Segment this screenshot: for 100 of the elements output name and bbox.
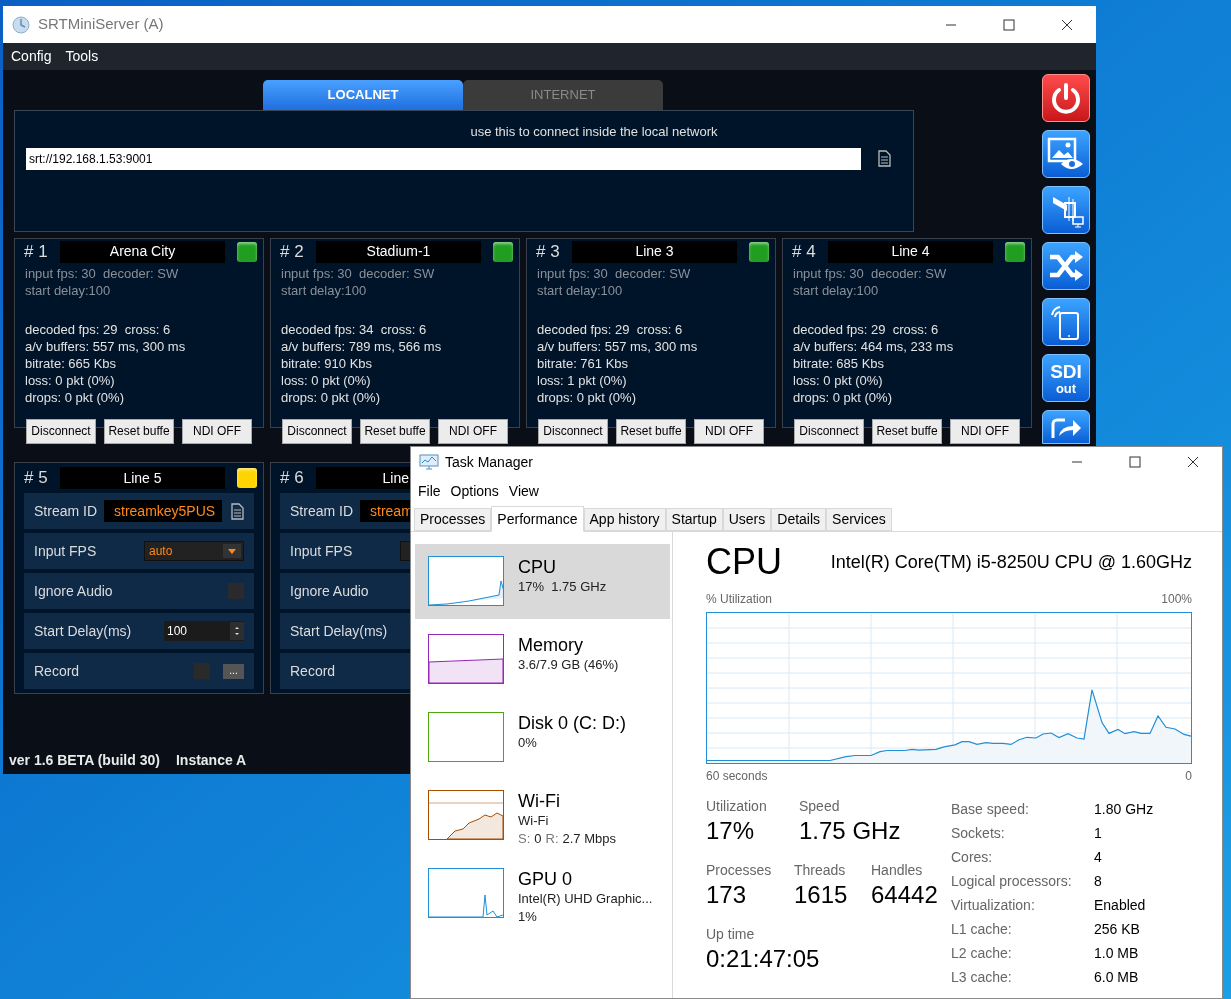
channel-name: Line 3	[572, 240, 737, 263]
shuffle-icon	[1047, 249, 1085, 283]
checkbox[interactable]	[194, 663, 210, 679]
stat-label: Utilization	[706, 797, 768, 815]
share-arrow-icon	[1049, 416, 1083, 440]
menu-item[interactable]: Tools	[61, 46, 103, 67]
menu-item[interactable]: View	[503, 480, 544, 502]
channel-stat: drops: 0 pkt (0%)	[537, 388, 637, 406]
spec-label: Virtualization:	[951, 895, 1036, 915]
spec-value: 1.0 MB	[1094, 943, 1139, 963]
channel-button[interactable]: Reset buffe	[360, 418, 430, 444]
checkbox[interactable]	[228, 583, 244, 599]
channel-button[interactable]: NDI OFF	[950, 418, 1020, 444]
delay-spinbox[interactable]: 100	[164, 621, 244, 641]
channel-stat: loss: 0 pkt (0%)	[25, 371, 116, 389]
power-button[interactable]	[1042, 74, 1090, 122]
window-title: SRTMiniServer (A)	[38, 14, 164, 35]
menu-item[interactable]: File	[413, 480, 446, 502]
spec-label: Cores:	[951, 847, 994, 867]
setting-label: Record	[290, 661, 336, 681]
channel-number: # 4	[792, 241, 817, 263]
channel-button[interactable]: Reset buffe	[872, 418, 942, 444]
resource-item[interactable]: Disk 0 (C: D:) 0%	[415, 700, 670, 775]
tab[interactable]: Users	[722, 508, 772, 531]
close-icon	[1187, 456, 1199, 468]
spec-value: 1	[1094, 823, 1102, 843]
channel-stat: decoded fps: 29 cross: 6	[25, 320, 172, 338]
shuffle-button[interactable]	[1042, 242, 1090, 290]
channel-number: # 2	[280, 241, 305, 263]
setting-label: Stream ID	[34, 501, 97, 521]
channel-button[interactable]: Reset buffe	[104, 418, 174, 444]
share-button[interactable]	[1042, 410, 1090, 444]
resource-detail: 3.6/7.9 GB (46%)	[518, 656, 619, 674]
resource-name: Disk 0 (C: D:)	[518, 712, 626, 734]
resource-item[interactable]: GPU 0 Intel(R) UHD Graphic... 1%	[415, 856, 670, 931]
resource-detail: Intel(R) UHD Graphic...	[518, 890, 653, 908]
setting-label: Start Delay(ms)	[290, 621, 388, 641]
setting-label: Stream ID	[290, 501, 353, 521]
channel-button[interactable]: NDI OFF	[182, 418, 252, 444]
preview-button[interactable]	[1042, 130, 1090, 178]
window-title: Task Manager	[445, 452, 533, 472]
resource-name: CPU	[518, 556, 557, 578]
spec-value: 8	[1094, 871, 1102, 891]
spec-value: 6.0 MB	[1094, 967, 1139, 987]
channel-stat: drops: 0 pkt (0%)	[25, 388, 125, 406]
rate-value: 2.7 Mbps	[562, 830, 616, 848]
channel-button[interactable]: Reset buffe	[616, 418, 686, 444]
tab[interactable]: Performance	[491, 506, 584, 532]
tab[interactable]: App history	[583, 508, 666, 531]
setting-label: Ignore Audio	[290, 581, 369, 601]
copy-icon[interactable]	[230, 502, 244, 520]
spec-value: Enabled	[1094, 895, 1146, 915]
copy-icon[interactable]	[877, 150, 891, 167]
url-field[interactable]: srt://192.168.1.53:9001	[26, 147, 861, 170]
stat-label: Processes	[706, 861, 773, 879]
channel-name: Line	[316, 467, 411, 489]
menu-item[interactable]: Options	[445, 480, 504, 502]
channel-button[interactable]: Disconnect	[794, 418, 864, 444]
menu-item[interactable]: Config	[7, 46, 56, 67]
resource-detail: 0%	[518, 734, 538, 752]
camera-button[interactable]	[1042, 186, 1090, 234]
spec-label: Sockets:	[951, 823, 1006, 843]
setting-label: Input FPS	[290, 541, 353, 561]
tab[interactable]: Services	[826, 508, 892, 531]
resource-detail: 1%	[518, 908, 538, 926]
resource-name: GPU 0	[518, 868, 574, 890]
channel-info: input fps: 30 decoder: SW	[793, 264, 948, 282]
graph-span-label: 60 seconds	[706, 768, 768, 785]
channel-button[interactable]: Disconnect	[538, 418, 608, 444]
fps-dropdown[interactable]	[400, 541, 411, 561]
resource-item[interactable]: Memory 3.6/7.9 GB (46%)	[415, 622, 670, 697]
connect-hint: use this to connect inside the local network	[470, 123, 718, 141]
stream-id-value[interactable]: streamkey5PUS	[104, 500, 222, 522]
channel-stat: decoded fps: 29 cross: 6	[793, 320, 940, 338]
resource-name: Memory	[518, 634, 584, 656]
spec-value: 4	[1094, 847, 1102, 867]
stream-id-value[interactable]: stream	[360, 500, 411, 522]
stat-value: 1615	[794, 880, 849, 910]
tablet-button[interactable]	[1042, 298, 1090, 346]
tab[interactable]: LOCALNET	[263, 80, 463, 110]
channel-button[interactable]: Disconnect	[282, 418, 352, 444]
sdi-out-button[interactable]: SDI out	[1042, 354, 1090, 402]
browse-button[interactable]: ...	[223, 663, 244, 679]
resource-item[interactable]: CPU 17% 1.75 GHz	[415, 544, 670, 619]
channel-button[interactable]: Disconnect	[26, 418, 96, 444]
fps-dropdown[interactable]: auto	[144, 541, 244, 561]
stat-value: 0:21:47:05	[706, 944, 820, 974]
spec-label: L3 cache:	[951, 967, 1013, 987]
rate-value: 0	[534, 830, 542, 848]
tab[interactable]: Startup	[665, 508, 723, 531]
stat-label: Up time	[706, 925, 756, 943]
channel-stat: bitrate: 685 Kbs	[793, 354, 886, 372]
channel-button[interactable]: NDI OFF	[438, 418, 508, 444]
channel-button[interactable]: NDI OFF	[694, 418, 764, 444]
channel-name: Line 4	[828, 240, 993, 263]
resource-item[interactable]: Wi-Fi Wi-Fi S: 0 R: 2.7 Mbps	[415, 778, 670, 853]
detail-title: CPU	[706, 542, 782, 582]
tab[interactable]: Details	[771, 508, 827, 531]
channel-stat: decoded fps: 29 cross: 6	[537, 320, 684, 338]
tab[interactable]: Processes	[414, 508, 492, 531]
